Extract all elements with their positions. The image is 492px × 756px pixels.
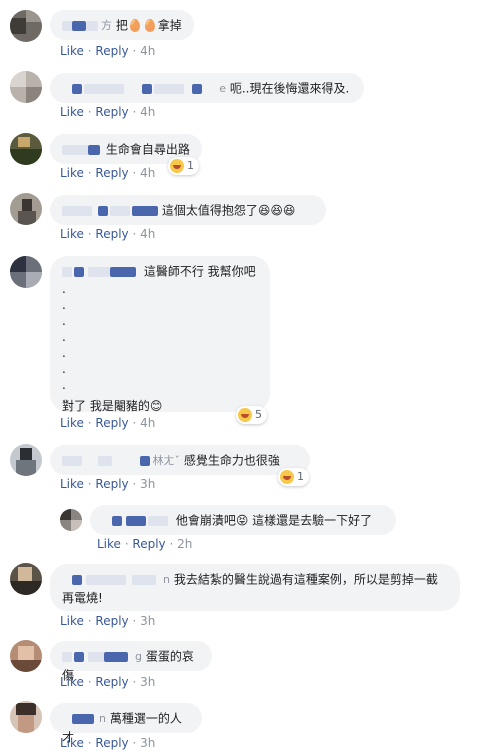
reply-link[interactable]: Reply <box>95 105 128 119</box>
timestamp[interactable]: 3h <box>140 675 155 689</box>
avatar[interactable] <box>10 133 42 165</box>
reaction-count[interactable]: 1 <box>278 468 309 486</box>
like-link[interactable]: Like <box>60 105 84 119</box>
author-name[interactable]: n <box>62 573 170 587</box>
comment-actions: Like · Reply · 3h <box>60 675 156 689</box>
dot-line: . <box>62 377 66 392</box>
dot-line: . <box>62 297 66 312</box>
reply-link[interactable]: Reply <box>95 166 128 180</box>
comment-actions: Like · Reply · 4h <box>60 227 156 241</box>
comment-text: 把🥚🥚拿掉 <box>115 18 182 33</box>
timestamp[interactable]: 3h <box>140 614 155 628</box>
timestamp[interactable]: 4h <box>140 416 155 430</box>
timestamp[interactable]: 4h <box>140 227 155 241</box>
author-name-visible: n <box>99 711 106 725</box>
comment-first-line: 這醫師不行 我幫你吧 <box>62 262 258 281</box>
comment-text: 他會崩潰吧😝 這樣還是去驗一下好了 <box>175 513 373 528</box>
comment-bubble: g 蛋蛋的哀傷 <box>50 641 212 682</box>
author-name[interactable] <box>62 265 140 279</box>
avatar[interactable] <box>10 10 42 42</box>
author-name[interactable] <box>102 514 172 528</box>
comment-actions: Like · Reply · 4h <box>60 416 156 430</box>
author-name[interactable]: 林ㄤˇ <box>62 454 180 468</box>
dot-line: . <box>62 329 66 344</box>
like-link[interactable]: Like <box>60 614 84 628</box>
reply-link[interactable]: Reply <box>95 227 128 241</box>
author-name[interactable]: n <box>62 712 106 726</box>
author-name[interactable]: 方 <box>62 19 112 33</box>
dot-line: . <box>62 281 66 296</box>
reply-link[interactable]: Reply <box>95 44 128 58</box>
comment-actions: Like · Reply · 4h <box>60 105 156 119</box>
comment-actions: Like · Reply · 3h <box>60 477 156 491</box>
comment-bubble: n 我去結紮的醫生說過有這種案例，所以是剪掉一截 再電燒! <box>50 564 460 611</box>
comment-text: 生命會自尋出路 <box>105 142 190 157</box>
author-name[interactable] <box>62 204 158 218</box>
comment-bubble: e 呃..現在後悔還來得及. <box>50 73 364 103</box>
like-link[interactable]: Like <box>60 416 84 430</box>
reply-link[interactable]: Reply <box>95 477 128 491</box>
haha-icon <box>170 159 184 173</box>
avatar[interactable] <box>10 640 42 672</box>
haha-icon <box>280 470 294 484</box>
timestamp[interactable]: 4h <box>140 44 155 58</box>
haha-icon <box>238 408 252 422</box>
reaction-count[interactable]: 5 <box>236 406 267 424</box>
reply-link[interactable]: Reply <box>95 416 128 430</box>
author-name-visible: 方 <box>101 18 112 32</box>
avatar[interactable] <box>10 701 42 733</box>
comment-actions: Like · Reply · 3h <box>60 614 156 628</box>
avatar[interactable] <box>10 71 42 103</box>
comment-text: 這醫師不行 我幫你吧 <box>143 264 256 279</box>
timestamp[interactable]: 3h <box>140 477 155 491</box>
reply-link[interactable]: Reply <box>95 736 128 750</box>
avatar[interactable] <box>10 444 42 476</box>
comment-text-line2: 對了 我是閹豬的😊 <box>62 398 163 413</box>
comment-text-line2: 再電燒! <box>62 590 103 605</box>
avatar[interactable] <box>10 193 42 225</box>
reply-link[interactable]: Reply <box>95 675 128 689</box>
comment-bubble: 方 把🥚🥚拿掉 <box>50 10 194 40</box>
author-name-visible: 林ㄤˇ <box>152 453 181 467</box>
avatar[interactable] <box>60 509 82 531</box>
timestamp[interactable]: 2h <box>177 537 192 551</box>
like-link[interactable]: Like <box>60 44 84 58</box>
timestamp[interactable]: 3h <box>140 736 155 750</box>
like-link[interactable]: Like <box>60 166 84 180</box>
comment-actions: Like · Reply · 4h <box>60 166 156 180</box>
comment-actions: Like · Reply · 4h <box>60 44 156 58</box>
like-link[interactable]: Like <box>60 675 84 689</box>
dot-line: . <box>62 345 66 360</box>
comment-bubble: 這個太值得抱怨了😆😆😆 <box>50 195 326 225</box>
comment-actions: Like · Reply · 2h <box>97 537 193 551</box>
dot-line: . <box>62 313 66 328</box>
comment-text: 感覺生命力也很強 <box>183 453 280 468</box>
comment-text: 呃..現在後悔還來得及. <box>229 81 350 96</box>
author-name[interactable]: e <box>62 82 226 96</box>
comment-text: 這個太值得抱怨了😆😆😆 <box>161 203 296 218</box>
comment-bubble: 林ㄤˇ 感覺生命力也很強 <box>50 445 310 475</box>
author-name[interactable]: g <box>62 650 142 664</box>
comment-text: 我去結紮的醫生說過有這種案例，所以是剪掉一截 <box>173 572 438 587</box>
timestamp[interactable]: 4h <box>140 166 155 180</box>
timestamp[interactable]: 4h <box>140 105 155 119</box>
like-link[interactable]: Like <box>60 736 84 750</box>
comment-bubble: 他會崩潰吧😝 這樣還是去驗一下好了 <box>90 505 396 535</box>
reaction-count[interactable]: 1 <box>168 157 199 175</box>
author-name[interactable] <box>62 143 102 157</box>
comment-bubble: n 萬種選一的人才 <box>50 703 202 744</box>
dot-line: . <box>62 361 66 376</box>
avatar[interactable] <box>10 563 42 595</box>
like-link[interactable]: Like <box>60 227 84 241</box>
like-link[interactable]: Like <box>60 477 84 491</box>
comment-bubble: 這醫師不行 我幫你吧 . . . . . . . 對了 我是閹豬的😊 <box>50 256 270 413</box>
like-link[interactable]: Like <box>97 537 121 551</box>
comment-actions: Like · Reply · 3h <box>60 736 156 750</box>
avatar[interactable] <box>10 256 42 288</box>
reply-link[interactable]: Reply <box>95 614 128 628</box>
author-name-visible: e <box>219 81 226 95</box>
author-name-visible: g <box>135 649 142 663</box>
reply-link[interactable]: Reply <box>132 537 165 551</box>
author-name-visible: n <box>163 572 170 586</box>
